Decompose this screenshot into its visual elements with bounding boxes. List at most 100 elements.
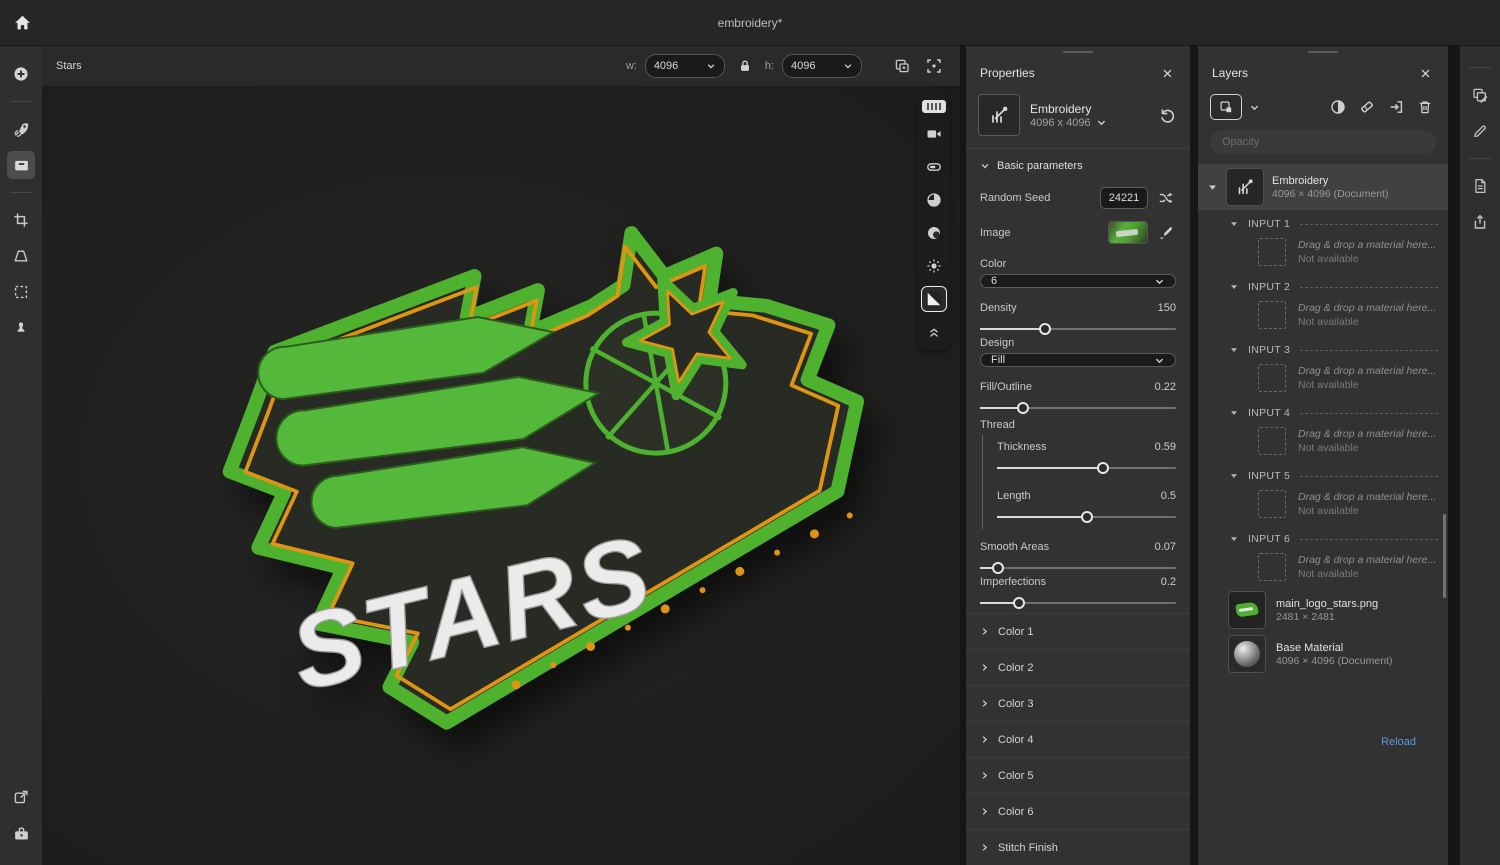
layers-scrollbar[interactable] bbox=[1443, 514, 1446, 598]
reset-icon bbox=[1159, 107, 1176, 124]
section-color-2[interactable]: Color 2 bbox=[966, 649, 1190, 685]
duplicate-canvas-button[interactable] bbox=[890, 54, 914, 78]
material-drop-slot[interactable] bbox=[1258, 364, 1286, 392]
input-header[interactable]: INPUT 6 bbox=[1198, 525, 1448, 549]
thickness-value: 0.59 bbox=[1155, 441, 1176, 453]
section-stitch-finish[interactable]: Stitch Finish bbox=[966, 829, 1190, 865]
basic-parameters-section[interactable]: Basic parameters bbox=[966, 149, 1190, 181]
random-seed-label: Random Seed bbox=[980, 192, 1050, 204]
collapse-toolbar-button[interactable] bbox=[922, 320, 946, 344]
rotate-environment-button[interactable] bbox=[922, 221, 946, 245]
scene-tab[interactable]: Stars bbox=[56, 60, 82, 72]
density-label: Density bbox=[980, 302, 1017, 314]
materials-tool-button[interactable] bbox=[7, 151, 35, 179]
perspective-tool-button[interactable] bbox=[7, 242, 35, 270]
section-color-1[interactable]: Color 1 bbox=[966, 613, 1190, 649]
shuffle-button[interactable] bbox=[1156, 188, 1176, 208]
matcap-button[interactable] bbox=[922, 155, 946, 179]
document-info-button[interactable] bbox=[1466, 172, 1494, 200]
section-color-6[interactable]: Color 6 bbox=[966, 793, 1190, 829]
reset-material-button[interactable] bbox=[1156, 104, 1178, 126]
random-seed-input[interactable]: 24221 bbox=[1100, 187, 1148, 209]
reload-link[interactable]: Reload bbox=[1381, 736, 1416, 748]
chevron-down-icon bbox=[1154, 355, 1165, 366]
add-layer-button[interactable] bbox=[1210, 94, 1242, 120]
imperfections-label: Imperfections bbox=[980, 576, 1046, 588]
crop-tool-button[interactable] bbox=[7, 206, 35, 234]
chevron-down-icon[interactable] bbox=[1096, 117, 1107, 128]
design-label: Design bbox=[980, 337, 1014, 349]
section-label: Color 1 bbox=[998, 626, 1033, 638]
opacity-field: Opacity bbox=[1210, 130, 1436, 154]
design-select[interactable]: Fill bbox=[980, 353, 1176, 367]
section-color-4[interactable]: Color 4 bbox=[966, 721, 1190, 757]
layer-row-base-material[interactable]: Base Material 4096 × 4096 (Document) bbox=[1198, 632, 1448, 676]
share-button[interactable] bbox=[1466, 208, 1494, 236]
viewport-3d[interactable]: STARS bbox=[42, 87, 960, 865]
material-drop-slot[interactable] bbox=[1258, 490, 1286, 518]
home-button[interactable] bbox=[0, 0, 44, 45]
close-properties-button[interactable] bbox=[1158, 64, 1176, 82]
input-group-1: INPUT 1 Drag & drop a material here... N… bbox=[1198, 210, 1448, 273]
toolbox-button[interactable] bbox=[7, 819, 35, 847]
input-header[interactable]: INPUT 5 bbox=[1198, 462, 1448, 486]
input-header[interactable]: INPUT 4 bbox=[1198, 399, 1448, 423]
expand-triangle-icon bbox=[1228, 346, 1240, 354]
color-select[interactable]: 6 bbox=[980, 274, 1176, 288]
select-tool-button[interactable] bbox=[7, 278, 35, 306]
section-color-5[interactable]: Color 5 bbox=[966, 757, 1190, 793]
edit-image-button[interactable] bbox=[1156, 223, 1176, 243]
input-header[interactable]: INPUT 1 bbox=[1198, 210, 1448, 234]
random-seed-row: Random Seed 24221 bbox=[966, 181, 1190, 213]
layer-thumbnail bbox=[1226, 168, 1264, 206]
delete-layer-button[interactable] bbox=[1414, 96, 1436, 118]
material-drop-slot[interactable] bbox=[1258, 238, 1286, 266]
material-header-row[interactable]: Embroidery 4096 x 4096 bbox=[966, 92, 1190, 149]
section-color-3[interactable]: Color 3 bbox=[966, 685, 1190, 721]
expand-triangle-icon bbox=[1228, 472, 1240, 480]
eraser-button[interactable] bbox=[1356, 96, 1378, 118]
input-header[interactable]: INPUT 2 bbox=[1198, 273, 1448, 297]
export-button[interactable] bbox=[7, 783, 35, 811]
material-drop-slot[interactable] bbox=[1258, 427, 1286, 455]
marquee-icon bbox=[13, 284, 29, 300]
panel-drag-handle[interactable] bbox=[966, 46, 1190, 58]
layers-edit-button[interactable] bbox=[1466, 81, 1494, 109]
light-button[interactable] bbox=[922, 254, 946, 278]
pencil-icon bbox=[1472, 123, 1488, 139]
draw-button[interactable] bbox=[1466, 117, 1494, 145]
add-button[interactable] bbox=[7, 60, 35, 88]
panel-drag-handle[interactable] bbox=[1198, 46, 1448, 58]
import-resource-button[interactable] bbox=[1385, 96, 1407, 118]
stamp-tool-button[interactable] bbox=[7, 314, 35, 342]
toolbar-grip-handle[interactable] bbox=[922, 100, 946, 113]
height-select[interactable]: 4096 bbox=[782, 54, 862, 78]
material-drop-slot[interactable] bbox=[1258, 553, 1286, 581]
width-select[interactable]: 4096 bbox=[645, 54, 725, 78]
section-label: Color 4 bbox=[998, 734, 1033, 746]
environment-button[interactable] bbox=[922, 188, 946, 212]
camera-button[interactable] bbox=[922, 122, 946, 146]
layer-row-main-logo[interactable]: main_logo_stars.png 2481 × 2481 bbox=[1198, 588, 1448, 632]
thickness-slider[interactable] bbox=[997, 460, 1176, 476]
adjustment-layer-button[interactable] bbox=[1327, 96, 1349, 118]
input-group-4: INPUT 4 Drag & drop a material here... N… bbox=[1198, 399, 1448, 462]
layer-row-embroidery[interactable]: Embroidery 4096 × 4096 (Document) bbox=[1198, 164, 1448, 210]
image-thumbnail[interactable] bbox=[1108, 221, 1148, 244]
input-header[interactable]: INPUT 3 bbox=[1198, 336, 1448, 360]
shading-mode-button[interactable] bbox=[922, 287, 946, 311]
chevron-down-icon[interactable] bbox=[1249, 102, 1260, 113]
length-slider[interactable] bbox=[997, 509, 1176, 525]
width-value: 4096 bbox=[654, 60, 678, 72]
close-layers-button[interactable] bbox=[1416, 64, 1434, 82]
export-icon bbox=[13, 789, 29, 805]
lock-ratio-button[interactable] bbox=[733, 54, 757, 78]
chevron-right-icon bbox=[980, 699, 989, 708]
rocket-tool-button[interactable] bbox=[7, 115, 35, 143]
layer-name: main_logo_stars.png bbox=[1276, 597, 1378, 611]
imperfections-value: 0.2 bbox=[1161, 576, 1176, 588]
expand-triangle-icon[interactable] bbox=[1206, 183, 1218, 192]
fit-view-button[interactable] bbox=[922, 54, 946, 78]
material-drop-slot[interactable] bbox=[1258, 301, 1286, 329]
expand-triangle-icon bbox=[1228, 409, 1240, 417]
